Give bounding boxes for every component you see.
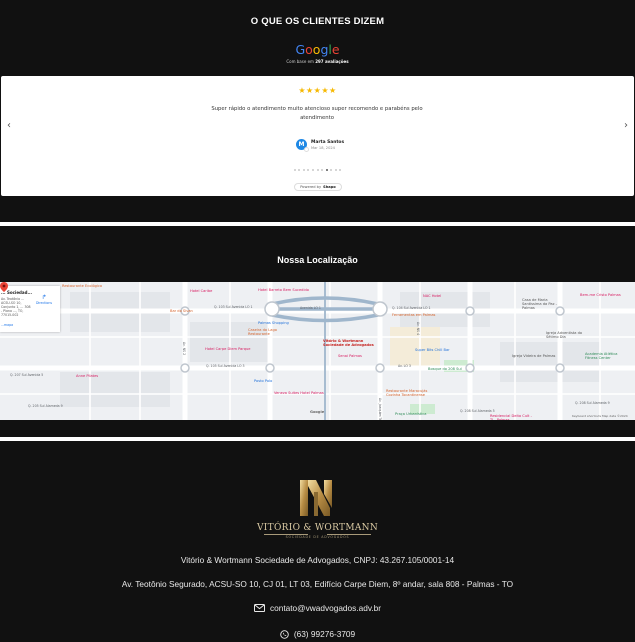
- avatar: M: [296, 139, 309, 152]
- carousel-dot[interactable]: [330, 169, 333, 171]
- map-poi-label[interactable]: NAC Hotel: [423, 294, 441, 298]
- map-street-label: Av. LO 3: [398, 364, 411, 368]
- map-poi-label[interactable]: Vitório & Wortmann Sociedade de Advogado…: [323, 339, 383, 347]
- review-card: ‹ › ★★★★★ Super rápido o atendimento mui…: [1, 76, 634, 196]
- whatsapp-icon: [280, 629, 289, 639]
- map-poi-label[interactable]: Hotel Barreto Bem Sucedido: [258, 288, 309, 292]
- carousel-dot[interactable]: [325, 169, 328, 171]
- phone-contact[interactable]: (63) 99276-3709: [0, 629, 635, 639]
- map-street-label: Q. 104 Sul Avenida LO 1: [392, 306, 431, 310]
- map-poi-label[interactable]: Bosque do 208 Sul: [428, 367, 462, 371]
- google-logo-letter: e: [331, 42, 340, 57]
- google-logo-letter: G: [295, 42, 306, 57]
- envelope-icon: [253, 604, 265, 612]
- map-street-label: Av. NS 2: [182, 342, 186, 356]
- map-poi-label[interactable]: Bar do Sivan: [170, 309, 193, 313]
- carousel-prev-button[interactable]: ‹: [7, 120, 11, 131]
- carousel-dot[interactable]: [339, 169, 342, 171]
- carousel-dot[interactable]: [311, 169, 314, 171]
- carousel-dot[interactable]: [307, 169, 310, 171]
- map-poi-label[interactable]: Praça Urbanística: [395, 412, 426, 416]
- map-poi-label[interactable]: Academia Atlética Fitness Center: [585, 352, 629, 360]
- map-poi-label[interactable]: Caseira do Lago Restaurante: [248, 328, 292, 336]
- review-text: Super rápido o atendimento muito atencio…: [211, 106, 423, 121]
- map-street-label: Av. NS 4: [416, 322, 420, 336]
- map-poi-label[interactable]: Restaurante Maracujás Cozinha Tocantinen…: [386, 389, 430, 397]
- map-poi-label[interactable]: Super Bits Chill Bar: [415, 348, 450, 352]
- brand-subtitle: SOCIEDADE DE ADVOGADOS: [285, 535, 350, 539]
- map-poi-label[interactable]: Hotel Caribe: [190, 289, 212, 293]
- powered-by-badge[interactable]: Powered by Shapo: [294, 183, 342, 191]
- map-poi-label[interactable]: Restaurante Ecológico: [62, 284, 102, 288]
- reviews-count-prefix: Com base em: [286, 59, 314, 64]
- author-name: Marta Santos: [311, 139, 345, 145]
- map-poi-label[interactable]: Igreja Videira de Palmas: [512, 354, 555, 358]
- carousel-next-button[interactable]: ›: [624, 120, 628, 131]
- map-street-label: Q. 103 Sul Avenida LO 1: [214, 305, 253, 309]
- vw-logo-icon: [300, 480, 332, 516]
- carousel-dot[interactable]: [293, 169, 296, 171]
- map-street-label: Q. 205 Sul Alameda 9: [28, 404, 63, 408]
- review-author: M Marta Santos Mar 18, 2024: [296, 139, 345, 152]
- map-poi-label[interactable]: Posto Polo: [254, 379, 272, 383]
- carousel-dot[interactable]: [334, 169, 337, 171]
- map-street-label: Q. 208 Sul Alameda 9: [575, 401, 610, 405]
- map-poi-label[interactable]: Hotel Carpe Diem Parque: [205, 347, 251, 351]
- section-divider: [0, 437, 635, 441]
- map-poi-label[interactable]: Palmas Shopping: [258, 321, 289, 325]
- map-poi-label[interactable]: Residencial Deita Cult - TI - Palmas: [490, 414, 534, 420]
- map-poi-label[interactable]: Casa de Maria Santíssima da Paz - Palmas: [522, 298, 566, 310]
- carousel-dot[interactable]: [321, 169, 324, 171]
- shapo-logo: Shapo: [323, 185, 336, 189]
- location-title: Nossa Localização: [277, 255, 358, 265]
- carousel-dot[interactable]: [298, 169, 301, 171]
- google-logo: Google: [0, 42, 635, 57]
- place-card-address: Av. Teotônio ... ACSU-SO 10, Conjunto 1,…: [1, 297, 31, 317]
- map-poi-label[interactable]: Senai Palmas: [338, 354, 362, 358]
- map-street-label: Avenida LO 1: [300, 306, 321, 310]
- map-poi-label[interactable]: Igreja Adventista do Sétimo Dia: [546, 331, 590, 339]
- phone-number[interactable]: (63) 99276-3709: [294, 629, 355, 639]
- company-info: Vitório & Wortmann Sociedade de Advogado…: [180, 555, 455, 565]
- google-map-mark: Google: [310, 410, 325, 414]
- review-date: Mar 18, 2024: [311, 145, 335, 150]
- google-logo-letter: o: [312, 42, 321, 57]
- map-street-label: Q. 208 Sul Alameda 5: [460, 409, 495, 413]
- email-contact[interactable]: contato@vwadvogados.adv.br: [0, 603, 635, 613]
- embedded-map[interactable]: ... Sociedad... Av. Teotônio ... ACSU-SO…: [0, 282, 635, 420]
- email-link[interactable]: contato@vwadvogados.adv.br: [270, 603, 381, 613]
- map-street-label: Av. Joaquim Teotônio Segurado: [378, 398, 382, 420]
- footer: VITÓRIO & WORTMANN SOCIEDADE DE ADVOGADO…: [0, 442, 635, 642]
- google-badge-icon: [304, 147, 309, 152]
- reviews-count: Com base em 297 avaliações: [0, 59, 635, 64]
- testimonials-section: O QUE OS CLIENTES DIZEM Google Com base …: [0, 0, 635, 222]
- google-logo-letter: o: [305, 42, 313, 57]
- directions-label: Directions: [35, 301, 53, 305]
- carousel-pager: [1, 169, 634, 171]
- reviews-count-value: 297 avaliações: [315, 59, 349, 64]
- directions-icon: ↱: [41, 294, 47, 301]
- map-street-label: Q. 207 Sul Avenida 5: [10, 373, 44, 377]
- map-place-card: ... Sociedad... Av. Teotônio ... ACSU-SO…: [0, 286, 60, 332]
- map-poi-label[interactable]: Bem-me Cristo Palmas: [580, 293, 621, 297]
- location-pin-icon[interactable]: [0, 282, 8, 292]
- carousel-dot[interactable]: [302, 169, 305, 171]
- carousel-dot[interactable]: [316, 169, 319, 171]
- company-address: Av. Teotônio Segurado, ACSU-SO 10, CJ 01…: [121, 579, 514, 589]
- testimonials-title: O QUE OS CLIENTES DIZEM: [250, 16, 385, 27]
- powered-by-label: Powered by: [300, 185, 322, 189]
- brand-name: VITÓRIO & WORTMANN: [257, 523, 378, 533]
- star-rating: ★★★★★: [298, 86, 337, 95]
- view-larger-map-link[interactable]: ...mapa: [1, 323, 13, 327]
- google-logo-letter: g: [320, 42, 329, 57]
- map-poi-label[interactable]: Ferramentas em Palmas: [392, 313, 435, 317]
- map-street-label: Q. 105 Sul Avenida LO 3: [206, 364, 245, 368]
- map-poi-label[interactable]: Veneza Suites Hotel Palmas: [274, 391, 324, 395]
- map-poi-label[interactable]: Anne Pilates: [76, 374, 98, 378]
- map-attribution[interactable]: Keyboard shortcuts Map data ©2024: [572, 414, 628, 418]
- location-section: Nossa Localização ... Sociedad... Av. Te…: [0, 226, 635, 437]
- directions-button[interactable]: ↱ Directions: [34, 294, 54, 305]
